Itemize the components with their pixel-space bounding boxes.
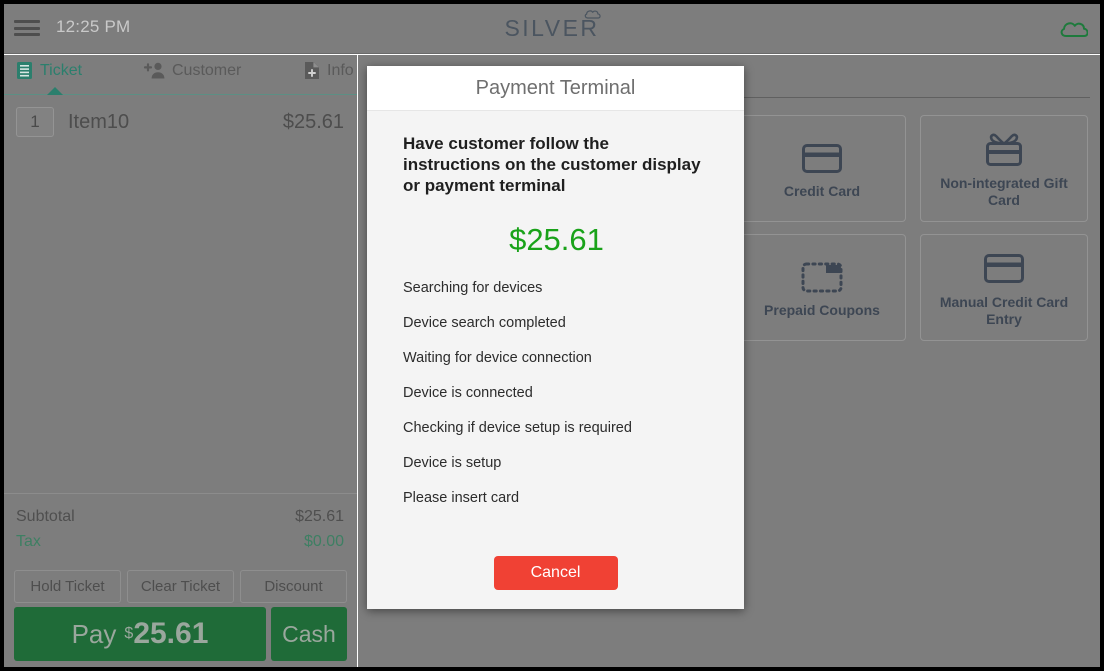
pay-row: Pay $ 25.61 Cash (14, 607, 347, 661)
ticket-actions: Hold Ticket Clear Ticket Discount (14, 570, 347, 603)
logo-wordmark: SILVER (504, 10, 601, 42)
status-line: Searching for devices (403, 280, 543, 296)
payment-tile-label: Non-integrated Gift Card (940, 174, 1068, 208)
device-status-log: Searching for devices Device search comp… (403, 280, 710, 507)
credit-card-icon (802, 137, 842, 179)
dialog-title: Payment Terminal (475, 76, 636, 99)
status-line: Waiting for device connection (403, 350, 592, 366)
tax-row: Tax $0.00 (16, 529, 344, 554)
payment-terminal-dialog: Payment Terminal Have customer follow th… (367, 66, 744, 609)
tab-ticket-label: Ticket (40, 61, 83, 79)
add-person-icon (143, 62, 165, 79)
status-line: Please insert card (403, 490, 520, 506)
pay-button-word: Pay (71, 618, 117, 649)
dialog-body: Have customer follow the instructions on… (367, 111, 744, 507)
payment-tile-label: Manual Credit Card Entry (939, 293, 1069, 327)
payment-tile-credit-card[interactable]: Credit Card (738, 115, 906, 222)
line-item-name: Item10 (68, 110, 130, 133)
tab-ticket[interactable]: Ticket (16, 61, 82, 80)
receipt-icon (17, 62, 32, 79)
subtotal-row: Subtotal $25.61 (16, 504, 344, 529)
list-item[interactable]: 1 Item10 $25.61 (4, 96, 357, 148)
payment-tile-label: Prepaid Coupons (764, 302, 880, 318)
app-logo: SILVER (4, 10, 1100, 45)
tax-value: $0.00 (303, 533, 344, 550)
tab-customer-label: Customer (172, 61, 242, 79)
payment-tile-prepaid-coupons[interactable]: Prepaid Coupons (738, 234, 906, 341)
subtotal-value: $25.61 (295, 508, 344, 525)
tab-active-indicator (47, 87, 63, 95)
top-bar: 12:25 PM SILVER (4, 4, 1100, 54)
status-line: Checking if device setup is required (403, 420, 632, 436)
coupon-dashed-icon (801, 256, 843, 298)
document-add-icon (305, 62, 319, 79)
pay-button[interactable]: Pay $ 25.61 (14, 607, 266, 661)
ticket-panel: Ticket Customer Info 1 Item10 $25.61 Sub… (4, 55, 357, 667)
cloud-sync-status-icon[interactable] (1058, 16, 1088, 42)
dialog-instructions: Have customer follow the instructions on… (403, 134, 701, 195)
discount-button[interactable]: Discount (240, 570, 347, 603)
status-line: Device is setup (403, 455, 502, 471)
pay-button-currency: $ (124, 625, 134, 642)
payment-tile-manual-credit-card-entry[interactable]: Manual Credit Card Entry (920, 234, 1088, 341)
credit-card-icon (984, 248, 1024, 290)
pay-button-amount: 25.61 (133, 617, 209, 650)
tab-info[interactable]: Info (304, 61, 354, 80)
payment-method-grid: Credit Card Non-integrated Gift Card Pre… (738, 115, 1088, 341)
clear-ticket-button[interactable]: Clear Ticket (127, 570, 234, 603)
line-item-qty[interactable]: 1 (16, 107, 54, 137)
line-item-list: 1 Item10 $25.61 (4, 96, 357, 493)
gift-card-icon (983, 129, 1025, 171)
status-line: Device is connected (403, 385, 533, 401)
tab-info-label: Info (327, 61, 354, 79)
status-line: Device search completed (403, 315, 566, 331)
dialog-header: Payment Terminal (367, 66, 744, 111)
cancel-button[interactable]: Cancel (493, 556, 618, 590)
tab-customer[interactable]: Customer (143, 61, 241, 80)
tax-label: Tax (16, 533, 41, 550)
payment-tile-gift-card[interactable]: Non-integrated Gift Card (920, 115, 1088, 222)
line-item-price: $25.61 (282, 110, 344, 133)
payment-tile-label: Credit Card (783, 183, 861, 199)
pos-app-window: 12:25 PM SILVER Ticket Customer Info 1 I… (0, 0, 1104, 671)
ticket-tab-bar: Ticket Customer Info (4, 55, 357, 95)
dialog-amount: $25.61 (509, 222, 604, 257)
dialog-footer: Cancel (367, 537, 744, 609)
subtotal-label: Subtotal (16, 508, 75, 525)
cloud-icon (584, 10, 601, 19)
totals-section: Subtotal $25.61 Tax $0.00 (4, 493, 357, 558)
cash-button[interactable]: Cash (271, 607, 347, 661)
hold-ticket-button[interactable]: Hold Ticket (14, 570, 121, 603)
